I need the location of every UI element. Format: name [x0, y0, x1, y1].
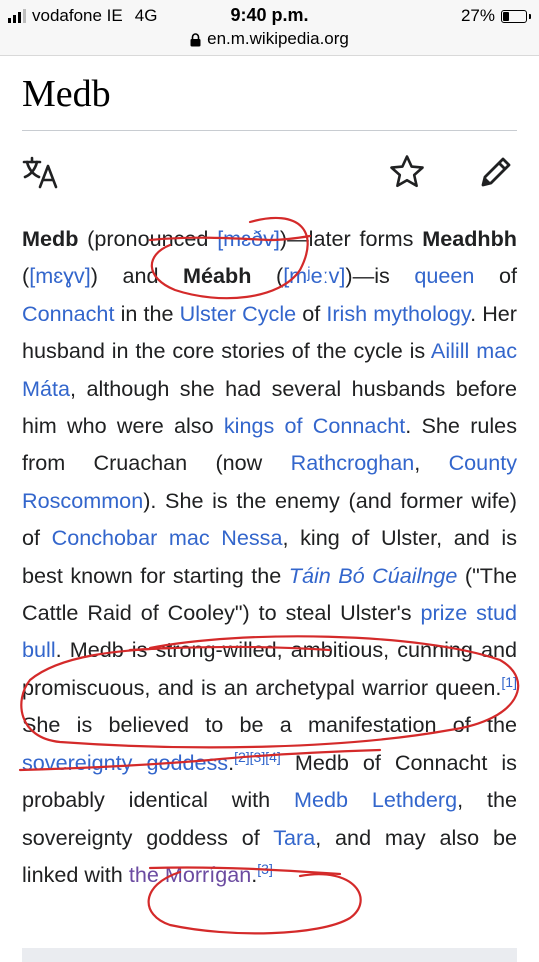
bold-term-medb: Medb — [22, 226, 79, 251]
link-sovereignty-goddess[interactable]: sovereignty goddess — [22, 750, 228, 775]
reference-5[interactable]: [3] — [257, 861, 273, 877]
text-run: in the — [114, 300, 180, 326]
link-the-morrigan[interactable]: the Morrígan — [129, 862, 251, 887]
battery-fill — [503, 11, 509, 21]
link-irish-mythology[interactable]: Irish mythology — [326, 301, 470, 326]
link-rathcroghan[interactable]: Rathcroghan — [291, 450, 415, 475]
ipa-link-meadhbh[interactable]: [mɛɣv] — [29, 263, 91, 288]
text-run: . Medb is strong-willed, ambitious, cunn… — [22, 637, 517, 700]
text-run: )—is — [345, 263, 415, 289]
text-run: (pronounced — [78, 226, 218, 251]
watch-star-icon[interactable] — [389, 154, 425, 190]
status-time: 9:40 p.m. — [230, 5, 309, 25]
ipa-link-meabh[interactable]: [mʲeːv] — [283, 263, 345, 288]
article-lead-paragraph: Medb (pronounced [mɛðv])—later forms Mea… — [22, 220, 517, 893]
language-icon[interactable] — [22, 155, 60, 189]
link-medb-lethderg[interactable]: Medb Lethderg — [294, 787, 457, 812]
text-run: ( — [251, 263, 284, 289]
url-text: en.m.wikipedia.org — [207, 29, 349, 48]
edit-pencil-icon[interactable] — [478, 154, 514, 190]
text-run: , — [414, 450, 449, 476]
link-connacht[interactable]: Connacht — [22, 301, 114, 326]
reference-4[interactable]: [4] — [265, 749, 281, 765]
text-run: of — [296, 300, 327, 326]
bold-term-meabh: Méabh — [183, 263, 252, 289]
lock-icon — [190, 32, 201, 47]
text-run: She is believed to be a manifestation of… — [22, 712, 517, 738]
link-tain-bo-cuailnge[interactable]: Táin Bó Cúailnge — [289, 563, 458, 588]
status-bar: vodafone IE 4G 9:40 p.m. 27% en.m.wikipe… — [0, 0, 539, 56]
address-bar[interactable]: en.m.wikipedia.org — [0, 29, 539, 49]
text-run: ) and — [90, 263, 184, 289]
battery-icon — [501, 9, 531, 23]
status-right: 27% — [460, 6, 531, 26]
battery-percent: 27% — [460, 6, 495, 25]
link-kings-of-connacht[interactable]: kings of Con­nacht — [224, 413, 405, 438]
bold-term-meadhbh: Meadhbh — [422, 226, 517, 251]
text-run: )—later forms — [279, 226, 423, 251]
link-ulster-cycle[interactable]: Ulster Cycle — [180, 301, 297, 326]
reference-1[interactable]: [1] — [501, 674, 517, 690]
link-queen[interactable]: queen — [414, 263, 474, 288]
link-tara[interactable]: Tara — [273, 825, 315, 850]
ipa-link-medb[interactable]: [mɛðv] — [217, 226, 280, 251]
reference-2[interactable]: [2] — [234, 749, 250, 765]
link-conchobar-mac-nessa[interactable]: Conchobar mac Nessa — [52, 525, 283, 550]
page-title: Medb — [22, 73, 111, 115]
reference-3[interactable]: [3] — [250, 749, 266, 765]
title-divider — [22, 130, 517, 131]
text-run: of — [474, 263, 517, 289]
